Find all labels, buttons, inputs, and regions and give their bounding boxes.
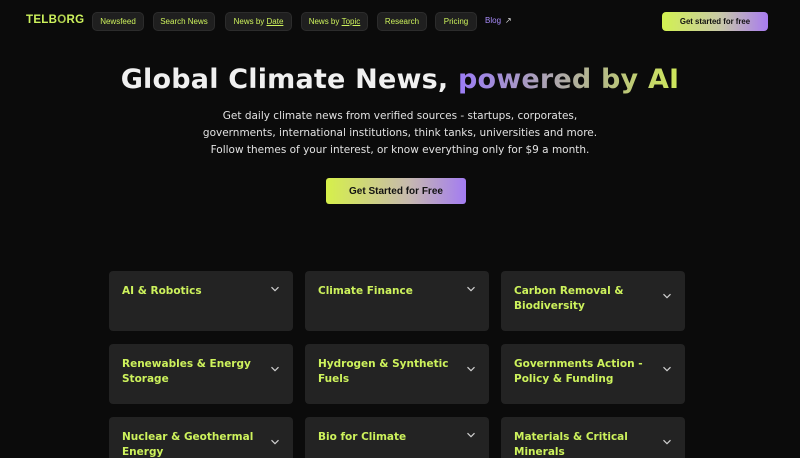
nav-pricing-button[interactable]: Pricing bbox=[435, 12, 477, 31]
nav-blog-link[interactable]: Blog ↗ bbox=[485, 16, 512, 25]
logo-text-o: O bbox=[57, 14, 67, 26]
top-nav: TELBORG Newsfeed Search News News by Dat… bbox=[0, 0, 800, 42]
nav-pricing-label: Pricing bbox=[443, 17, 469, 26]
chevron-down-icon[interactable] bbox=[466, 430, 476, 440]
topic-card-governments-action[interactable]: Governments Action - Policy & Funding bbox=[501, 344, 685, 404]
get-started-hero-label: Get Started for Free bbox=[349, 185, 443, 197]
topic-card-renewables[interactable]: Renewables & Energy Storage bbox=[109, 344, 293, 404]
topic-card-label: Renewables & Energy Storage bbox=[122, 358, 251, 385]
chevron-down-icon[interactable] bbox=[270, 284, 280, 294]
hero-subtitle-line-3: Follow themes of your interest, or know … bbox=[210, 144, 590, 156]
topic-card-label: Climate Finance bbox=[318, 285, 413, 297]
logo-text-start: TELB bbox=[26, 14, 58, 26]
chevron-down-icon[interactable] bbox=[466, 364, 476, 374]
get-started-top-button[interactable]: Get started for free bbox=[662, 12, 768, 31]
nav-search-news-label: Search News bbox=[160, 17, 208, 26]
nav-news-by-topic-button[interactable]: News by Topic bbox=[301, 12, 368, 31]
hero-subtitle-line-1: Get daily climate news from verified sou… bbox=[222, 110, 578, 122]
nav-news-by-topic-prefix: News by bbox=[308, 17, 342, 26]
chevron-down-icon[interactable] bbox=[270, 364, 280, 374]
page-title: Global Climate News, powered by AI bbox=[0, 64, 800, 95]
topic-card-label: Carbon Removal & Biodiversity bbox=[514, 285, 624, 312]
chevron-down-icon[interactable] bbox=[662, 364, 672, 374]
logo-text-end: RG bbox=[66, 14, 85, 26]
chevron-down-icon[interactable] bbox=[270, 437, 280, 447]
nav-search-news-button[interactable]: Search News bbox=[153, 12, 215, 31]
external-arrow-icon: ↗ bbox=[505, 16, 512, 25]
topic-card-label: Bio for Climate bbox=[318, 431, 407, 443]
nav-research-label: Research bbox=[384, 17, 420, 26]
logo[interactable]: TELBORG bbox=[26, 14, 84, 26]
nav-news-by-topic-underlined: Topic bbox=[341, 17, 361, 26]
topic-card-label: AI & Robotics bbox=[122, 285, 202, 297]
topic-card-carbon-removal[interactable]: Carbon Removal & Biodiversity bbox=[501, 271, 685, 331]
chevron-down-icon[interactable] bbox=[466, 284, 476, 294]
topic-card-label: Hydrogen & Synthetic Fuels bbox=[318, 358, 449, 385]
chevron-down-icon[interactable] bbox=[662, 437, 672, 447]
get-started-hero-button[interactable]: Get Started for Free bbox=[326, 178, 466, 204]
topic-card-nuclear-geothermal[interactable]: Nuclear & Geothermal Energy bbox=[109, 417, 293, 458]
nav-newsfeed-button[interactable]: Newsfeed bbox=[92, 12, 144, 31]
nav-news-by-date-prefix: News by bbox=[233, 17, 267, 26]
chevron-down-icon[interactable] bbox=[662, 291, 672, 301]
topic-card-hydrogen[interactable]: Hydrogen & Synthetic Fuels bbox=[305, 344, 489, 404]
nav-news-by-date-underlined: Date bbox=[266, 17, 284, 26]
topic-card-label: Nuclear & Geothermal Energy bbox=[122, 431, 254, 458]
topic-card-label: Governments Action - Policy & Funding bbox=[514, 358, 643, 385]
topic-card-materials-minerals[interactable]: Materials & Critical Minerals bbox=[501, 417, 685, 458]
topic-card-label: Materials & Critical Minerals bbox=[514, 431, 628, 458]
hero-subtitle-line-2: governments, international institutions,… bbox=[202, 127, 598, 139]
topic-card-climate-finance[interactable]: Climate Finance bbox=[305, 271, 489, 331]
topic-card-bio-for-climate[interactable]: Bio for Climate bbox=[305, 417, 489, 458]
page-title-plain: Global Climate News, bbox=[120, 64, 458, 95]
nav-news-by-date-button[interactable]: News by Date bbox=[225, 12, 292, 31]
page-title-gradient: powered by AI bbox=[457, 64, 680, 95]
nav-research-button[interactable]: Research bbox=[377, 12, 427, 31]
get-started-top-label: Get started for free bbox=[679, 17, 751, 26]
hero-subtitle: Get daily climate news from verified sou… bbox=[150, 108, 650, 159]
nav-blog-label: Blog bbox=[485, 16, 502, 25]
nav-newsfeed-label: Newsfeed bbox=[100, 17, 136, 26]
topic-card-ai-robotics[interactable]: AI & Robotics bbox=[109, 271, 293, 331]
